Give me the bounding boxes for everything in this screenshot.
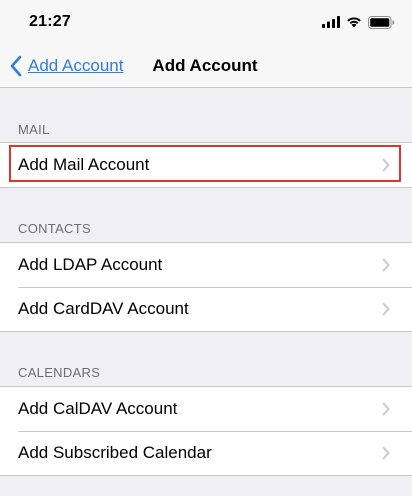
add-subscribed-calendar-row[interactable]: Add Subscribed Calendar [0,431,412,475]
signal-icon [322,16,340,28]
chevron-right-icon [382,258,390,272]
row-label: Add Subscribed Calendar [18,443,212,462]
calendars-group: Add CalDAV Account Add Subscribed Calend… [0,386,412,476]
contacts-group: Add LDAP Account Add CardDAV Account [0,242,412,332]
navigation-bar: Add Account Add Account [0,44,412,88]
add-caldav-account-row[interactable]: Add CalDAV Account [0,387,412,431]
section-header-contacts: CONTACTS [18,221,91,236]
chevron-right-icon [382,158,390,172]
add-carddav-account-row[interactable]: Add CardDAV Account [0,287,412,331]
chevron-right-icon [382,302,390,316]
section-header-calendars: CALENDARS [18,365,101,380]
add-mail-account-row[interactable]: Add Mail Account [0,143,412,187]
add-ldap-account-row[interactable]: Add LDAP Account [0,243,412,287]
chevron-right-icon [382,446,390,460]
status-icons [322,15,395,29]
row-label: Add CardDAV Account [18,299,189,318]
mail-group: Add Mail Account [0,142,412,188]
nav-title-label: Add Account [152,56,258,75]
status-time: 21:27 [29,13,71,30]
wifi-icon [347,17,361,28]
chevron-right-icon [382,402,390,416]
section-header-mail: MAIL [18,122,50,137]
battery-icon [368,15,395,29]
back-button-label: Add Account [28,56,124,75]
back-chevron-icon [10,55,22,77]
row-label: Add Mail Account [18,155,150,174]
row-label: Add CalDAV Account [18,399,178,418]
status-bar: 21:27 [0,0,412,44]
back-button[interactable]: Add Account [8,44,123,88]
row-label: Add LDAP Account [18,255,163,274]
